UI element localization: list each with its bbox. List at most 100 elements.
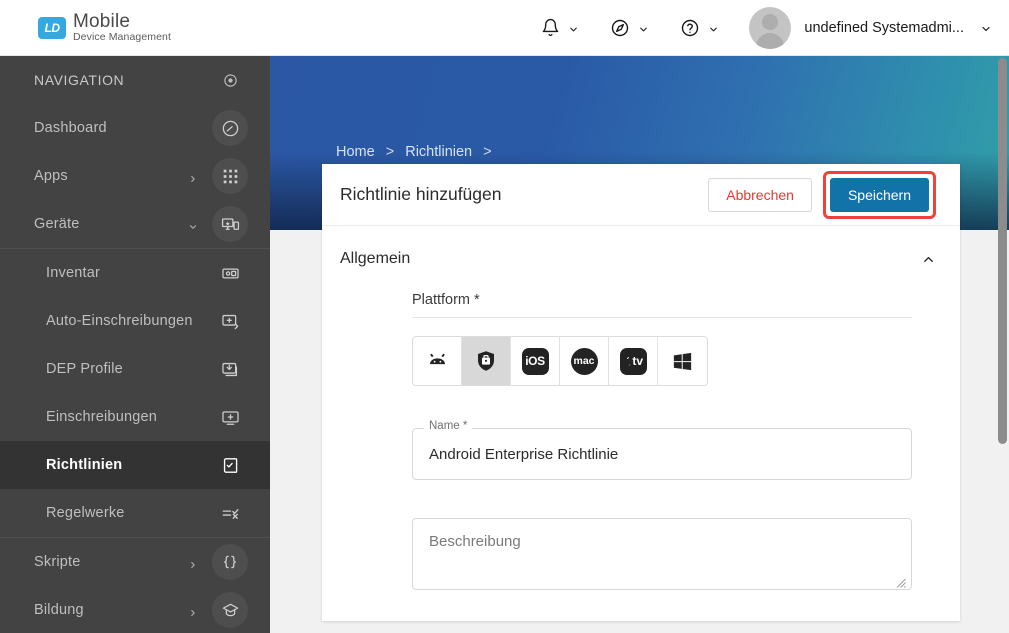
name-field: Name * bbox=[412, 420, 912, 480]
main-content: Home > Richtlinien > Richtlinie hinzufüg… bbox=[270, 56, 1009, 633]
brand-badge-icon: LD bbox=[38, 16, 66, 39]
platform-option-macos[interactable]: mac bbox=[560, 337, 609, 385]
breadcrumb-item-richtlinien[interactable]: Richtlinien bbox=[405, 144, 472, 160]
section-title: Allgemein bbox=[340, 250, 411, 267]
dep-download-icon bbox=[212, 351, 248, 387]
name-input[interactable] bbox=[412, 428, 912, 480]
user-menu[interactable]: undefined Systemadmi... bbox=[749, 6, 991, 49]
brand-logo[interactable]: LD Mobile Device Management bbox=[38, 12, 171, 43]
section-header-allgemein[interactable]: Allgemein bbox=[322, 226, 960, 292]
tv-label: tv bbox=[632, 354, 644, 368]
sidebar-item-label: Dashboard bbox=[34, 120, 107, 136]
avatar bbox=[749, 6, 792, 49]
help-menu[interactable] bbox=[679, 17, 719, 39]
platform-option-ios[interactable]: iOS bbox=[511, 337, 560, 385]
user-name-label: undefined Systemadmi... bbox=[804, 19, 964, 36]
chevron-right-icon bbox=[188, 605, 198, 617]
name-field-label: Name * bbox=[424, 420, 473, 432]
card-title: Richtlinie hinzufügen bbox=[340, 184, 502, 204]
platform-selector: iOS mac tv bbox=[412, 336, 708, 386]
compass-menu[interactable] bbox=[609, 17, 649, 39]
policy-form-card: Richtlinie hinzufügen Abbrechen Speicher… bbox=[322, 164, 960, 621]
description-textarea[interactable] bbox=[412, 518, 912, 590]
sidebar-item-label: Auto-Einschreibungen bbox=[46, 313, 193, 329]
speedometer-icon bbox=[212, 110, 248, 146]
sidebar-item-label: Skripte bbox=[34, 554, 81, 570]
breadcrumb-separator: > bbox=[483, 144, 492, 160]
devices-icon bbox=[212, 206, 248, 242]
sidebar-item-auto-einschreibungen[interactable]: Auto-Einschreibungen bbox=[0, 297, 270, 345]
sidebar-item-label: Geräte bbox=[34, 216, 80, 232]
save-button-highlight: Speichern bbox=[822, 170, 936, 219]
sidebar-item-einschreibungen[interactable]: Einschreibungen bbox=[0, 393, 270, 441]
rules-icon bbox=[212, 495, 248, 531]
target-icon bbox=[212, 62, 248, 98]
top-bar: LD Mobile Device Management undefined Sy… bbox=[0, 0, 1009, 56]
platform-option-windows[interactable] bbox=[658, 337, 707, 385]
apple-logo-icon bbox=[627, 356, 631, 366]
sidebar-item-apps[interactable]: Apps bbox=[0, 152, 270, 200]
sidebar-item-richtlinien[interactable]: Richtlinien bbox=[0, 441, 270, 489]
mac-circle-icon: mac bbox=[570, 347, 598, 375]
sidebar-item-label: Regelwerke bbox=[46, 505, 125, 521]
card-actions: Abbrechen Speichern bbox=[708, 170, 936, 219]
save-button[interactable]: Speichern bbox=[829, 177, 929, 212]
sidebar-item-label: DEP Profile bbox=[46, 361, 123, 377]
sidebar-item-label: NAVIGATION bbox=[34, 72, 125, 88]
platform-divider bbox=[412, 317, 912, 318]
ios-badge-icon: iOS bbox=[521, 347, 549, 375]
chevron-down-icon bbox=[568, 22, 579, 33]
sidebar-item-bildung[interactable]: Bildung bbox=[0, 586, 270, 633]
application-window: LD Mobile Device Management undefined Sy… bbox=[0, 0, 1009, 633]
platform-option-android[interactable] bbox=[413, 337, 462, 385]
compass-icon bbox=[609, 17, 631, 39]
sidebar-item-label: Apps bbox=[34, 168, 68, 184]
form-body: Plattform * iOS mac tv Name * Android En… bbox=[322, 292, 960, 621]
vertical-scrollbar[interactable] bbox=[998, 58, 1007, 444]
platform-option-tvos[interactable]: tv bbox=[609, 337, 658, 385]
help-circle-icon bbox=[679, 17, 701, 39]
sidebar-section-navigation: NAVIGATION bbox=[0, 56, 270, 104]
sidebar-item-inventar[interactable]: Inventar bbox=[0, 249, 270, 297]
sidebar-item-dashboard[interactable]: Dashboard bbox=[0, 104, 270, 152]
chevron-down-icon bbox=[980, 22, 991, 33]
auto-enroll-icon bbox=[212, 303, 248, 339]
chevron-down-icon bbox=[188, 219, 198, 229]
chevron-down-icon bbox=[708, 22, 719, 33]
breadcrumb-separator: > bbox=[385, 144, 395, 160]
sidebar-item-label: Richtlinien bbox=[46, 457, 123, 473]
policy-icon bbox=[212, 447, 248, 483]
apple-tv-icon: tv bbox=[619, 347, 647, 375]
ios-label: iOS bbox=[525, 354, 545, 368]
graduation-cap-icon bbox=[212, 592, 248, 628]
top-bar-actions: undefined Systemadmi... bbox=[509, 6, 991, 49]
description-field bbox=[412, 518, 912, 595]
sidebar-item-skripte[interactable]: Skripte bbox=[0, 538, 270, 586]
sidebar-item-label: Inventar bbox=[46, 265, 100, 281]
shield-briefcase-icon bbox=[478, 351, 494, 371]
chevron-up-icon bbox=[921, 252, 936, 267]
platform-field: Plattform * iOS mac tv Name * Android En… bbox=[412, 292, 912, 595]
chevron-right-icon bbox=[188, 557, 198, 569]
inventory-device-icon bbox=[212, 255, 248, 291]
braces-icon bbox=[212, 544, 248, 580]
brand-subtitle: Device Management bbox=[73, 31, 171, 44]
sidebar-item-geraete[interactable]: Geräte bbox=[0, 200, 270, 248]
card-header: Richtlinie hinzufügen Abbrechen Speicher… bbox=[322, 164, 960, 226]
cancel-button[interactable]: Abbrechen bbox=[708, 177, 812, 212]
notifications-menu[interactable] bbox=[539, 17, 579, 39]
mac-label: mac bbox=[573, 355, 595, 367]
breadcrumb-item-home[interactable]: Home bbox=[336, 144, 375, 160]
bell-icon bbox=[539, 17, 561, 39]
chevron-right-icon bbox=[188, 171, 198, 183]
chevron-down-icon bbox=[638, 22, 649, 33]
sidebar-item-dep-profile[interactable]: DEP Profile bbox=[0, 345, 270, 393]
platform-option-android-enterprise[interactable] bbox=[462, 337, 511, 385]
enroll-plus-icon bbox=[212, 399, 248, 435]
android-robot-icon bbox=[429, 353, 445, 364]
breadcrumb: Home > Richtlinien > bbox=[336, 144, 499, 160]
platform-label: Plattform * bbox=[412, 292, 480, 308]
sidebar-item-regelwerke[interactable]: Regelwerke bbox=[0, 489, 270, 537]
apps-grid-icon bbox=[212, 158, 248, 194]
brand-name: Mobile bbox=[73, 11, 131, 33]
